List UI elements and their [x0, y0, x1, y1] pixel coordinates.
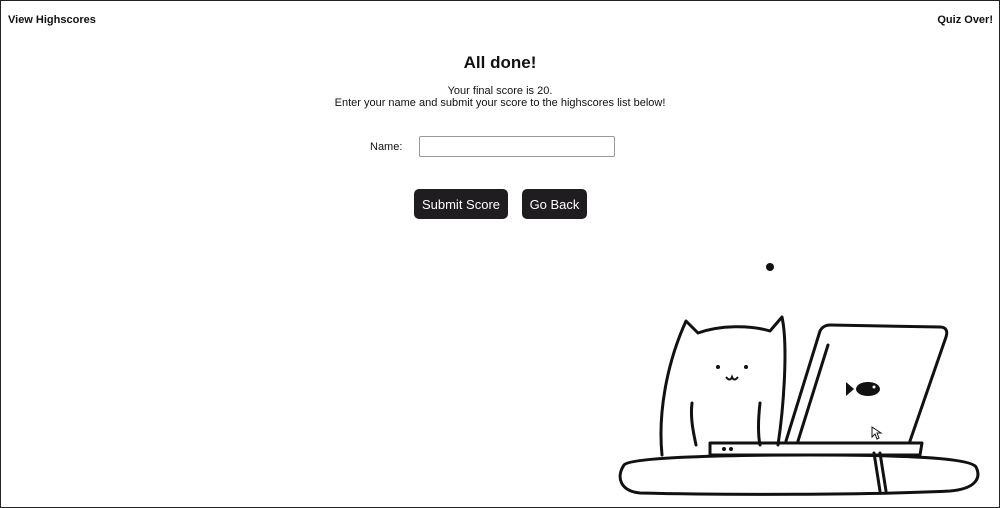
- laptop-dot-2: [729, 447, 733, 451]
- score-summary: Your final score is 20. Enter your name …: [0, 85, 1000, 109]
- cushion-tag-strap-2: [872, 451, 882, 493]
- cat-right-eye: [744, 365, 748, 369]
- cat-laptop-illustration: [618, 263, 980, 496]
- fish-icon: [846, 382, 880, 396]
- header: View Highscores Quiz Over!: [0, 0, 1000, 40]
- cat-body: [659, 315, 787, 457]
- quiz-status-text: Quiz Over!: [937, 14, 993, 26]
- instruction-text: Enter your name and submit your score to…: [334, 97, 666, 109]
- cat-right-arm: [757, 401, 762, 447]
- cat-left-eye: [716, 365, 720, 369]
- submit-score-button[interactable]: Submit Score: [414, 189, 508, 219]
- final-score-text: Your final score is 20.: [447, 85, 553, 97]
- floating-dot: [766, 263, 774, 271]
- page-title: All done!: [463, 53, 537, 72]
- cat-left-arm: [690, 401, 698, 447]
- go-back-button[interactable]: Go Back: [522, 189, 587, 219]
- name-label: Name:: [370, 141, 403, 153]
- laptop-screen-edge: [796, 343, 830, 443]
- laptop-base: [708, 441, 924, 457]
- cushion-shape: [618, 453, 980, 496]
- laptop-dot-1: [722, 447, 726, 451]
- name-input[interactable]: [419, 136, 615, 157]
- cushion-tag-strap: [878, 451, 888, 493]
- mouse-pointer-icon: [871, 426, 883, 440]
- cat-mouth: [725, 374, 739, 381]
- view-highscores-link[interactable]: View Highscores: [8, 14, 96, 26]
